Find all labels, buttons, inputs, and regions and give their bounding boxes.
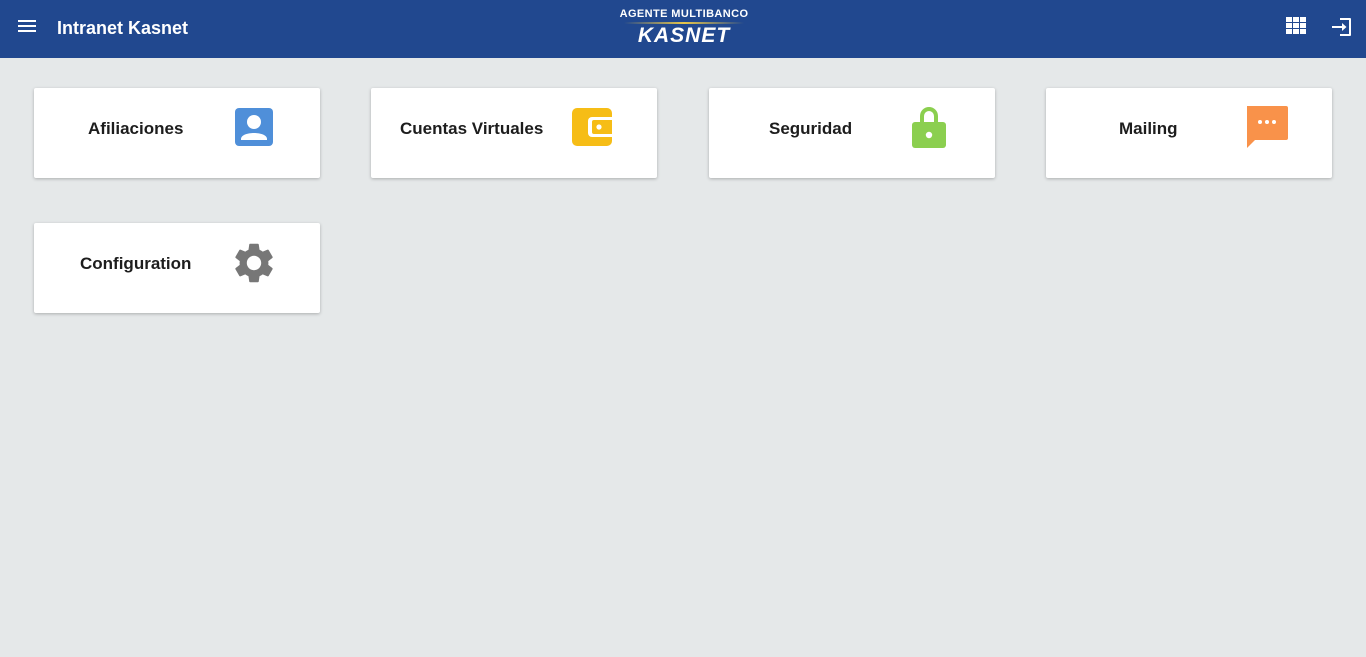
apps-button[interactable] [1286,17,1307,35]
contact-icon [235,108,273,146]
module-label: Cuentas Virtuales [400,119,544,138]
menu-button[interactable] [15,17,39,37]
gear-icon [235,243,273,283]
module-card-seguridad[interactable]: Seguridad [709,88,995,178]
apps-grid-icon [1286,17,1306,34]
module-label: Configuration [80,254,192,273]
chat-icon [1247,106,1288,148]
lock-icon [912,107,946,148]
module-card-cuentas-virtuales[interactable]: Cuentas Virtuales [371,88,657,178]
app-title: Intranet Kasnet [57,18,189,38]
logout-button[interactable] [1330,15,1354,39]
logo-tagline: AGENTE MULTIBANCO [619,8,749,20]
logo-wordmark: KASNET [637,24,731,47]
module-label: Afiliaciones [88,119,184,138]
module-card-configuration[interactable]: Configuration [34,223,320,313]
menu-icon [18,20,36,32]
module-card-mailing[interactable]: Mailing [1046,88,1332,178]
module-label: Seguridad [769,119,853,138]
module-label: Mailing [1119,119,1178,138]
kasnet-logo: AGENTE MULTIBANCO KASNET [608,7,760,51]
wallet-icon [572,108,612,146]
module-card-afiliaciones[interactable]: Afiliaciones [34,88,320,178]
top-app-bar: Intranet Kasnet AGENTE MULTIBANCO KASNET [0,0,1366,58]
logout-icon [1332,18,1351,36]
